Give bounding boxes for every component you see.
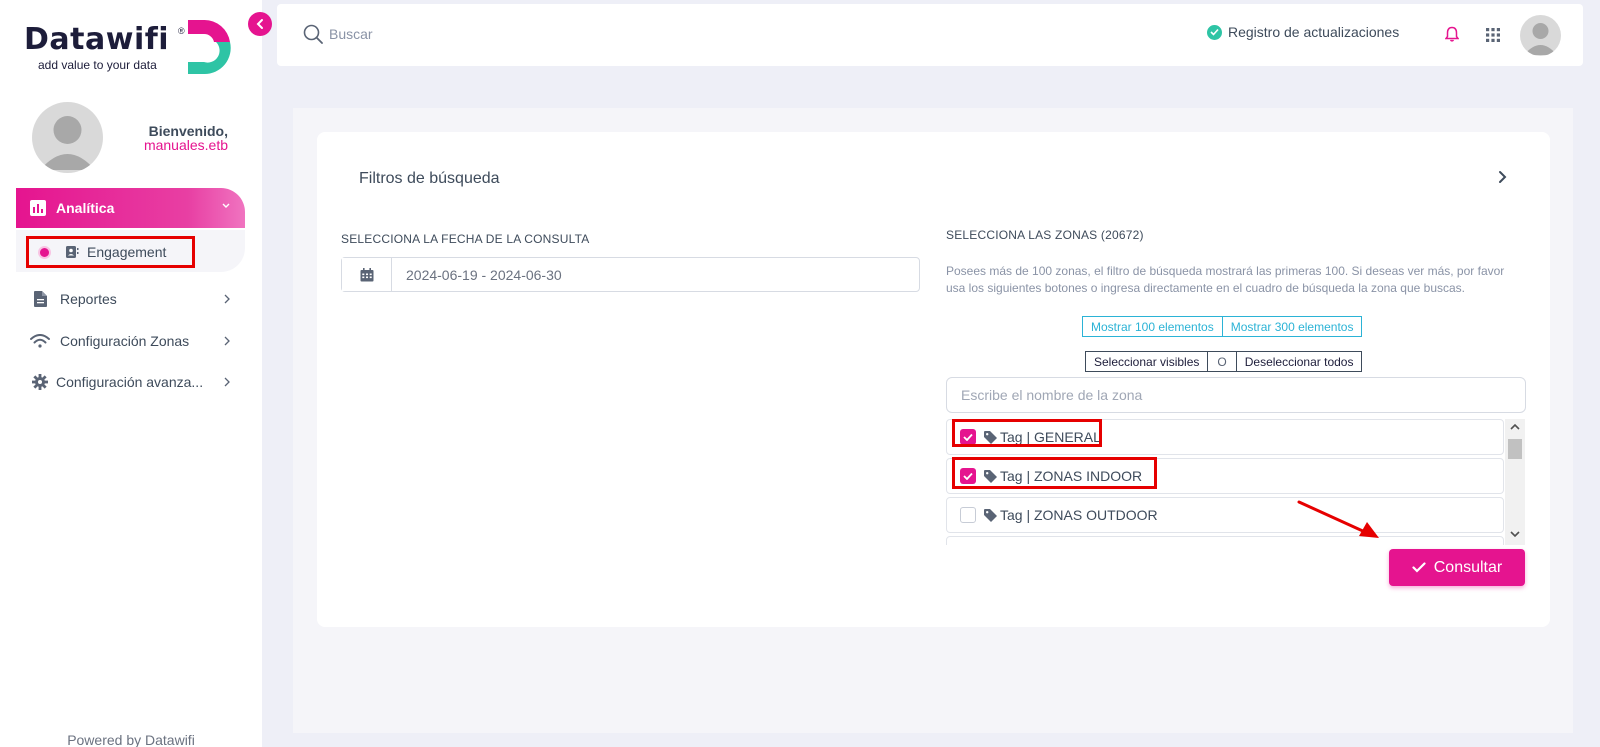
selection-group: Seleccionar visibles O Deseleccionar tod…: [1085, 351, 1363, 372]
registro-actualizaciones-link[interactable]: Registro de actualizaciones: [1207, 24, 1399, 40]
logo-registered-mark: ®: [178, 26, 185, 36]
zone-list-scrollbar[interactable]: [1505, 419, 1525, 545]
sidebar-item-analitica[interactable]: Analítica: [16, 188, 245, 228]
zone-item-outdoor[interactable]: Tag | ZONAS OUTDOOR: [946, 497, 1504, 533]
sidebar: Datawifi ® add value to your data Bienve…: [0, 0, 262, 747]
sidebar-item-label: Engagement: [87, 244, 167, 260]
datawifi-logo[interactable]: Datawifi ® add value to your data: [24, 20, 240, 82]
sidebar-item-label: Analítica: [56, 200, 115, 216]
contact-card-icon: [66, 246, 79, 258]
chevron-right-icon[interactable]: [1497, 170, 1507, 184]
deselect-all-button[interactable]: Deseleccionar todos: [1236, 351, 1363, 372]
search-icon: [303, 24, 323, 44]
header-avatar[interactable]: [1520, 15, 1561, 56]
sidebar-item-engagement[interactable]: Engagement: [26, 236, 195, 268]
user-silhouette-icon: [40, 116, 95, 170]
scroll-up-icon[interactable]: [1509, 422, 1521, 432]
sidebar-item-label: Configuración avanza...: [56, 374, 204, 390]
chevron-right-icon: [224, 294, 230, 304]
consultar-label: Consultar: [1433, 558, 1503, 576]
chevron-down-icon: [222, 203, 230, 208]
active-dot-icon: [40, 247, 49, 257]
welcome-text: Bienvenido,: [148, 123, 228, 139]
show-elements-group: Mostrar 100 elementos Mostrar 300 elemen…: [1082, 316, 1363, 337]
scrollbar-thumb[interactable]: [1508, 439, 1522, 459]
consultar-button[interactable]: Consultar: [1389, 549, 1525, 586]
search-filters-card: Filtros de búsqueda SELECCIONA LA FECHA …: [317, 132, 1550, 627]
calendar-icon: [342, 258, 392, 291]
username-text: manuales.etb: [143, 137, 228, 153]
show-300-button[interactable]: Mostrar 300 elementos: [1222, 316, 1363, 337]
zone-item-partial[interactable]: [946, 536, 1504, 545]
user-silhouette-icon: [1524, 23, 1557, 55]
logo-mark-icon: [188, 20, 231, 75]
chevron-right-icon: [224, 377, 230, 387]
user-avatar[interactable]: [32, 102, 103, 173]
chevron-left-icon: [256, 19, 263, 29]
select-visible-button[interactable]: Seleccionar visibles: [1085, 351, 1209, 372]
wifi-icon: [30, 334, 50, 348]
zones-info-text: Posees más de 100 zonas, el filtro de bú…: [946, 264, 1505, 295]
apps-grid-icon[interactable]: [1486, 28, 1500, 42]
zone-search-input[interactable]: [946, 377, 1526, 413]
annotation-arrow-icon: [1297, 500, 1379, 538]
show-100-button[interactable]: Mostrar 100 elementos: [1082, 316, 1223, 337]
top-bar: Registro de actualizaciones: [277, 4, 1583, 66]
registro-label: Registro de actualizaciones: [1228, 24, 1400, 40]
checkbox-unchecked[interactable]: [960, 507, 976, 523]
bell-icon[interactable]: [1445, 26, 1459, 42]
scroll-down-icon[interactable]: [1509, 529, 1521, 539]
sidebar-item-label: Reportes: [60, 291, 117, 307]
check-circle-icon: [1207, 24, 1222, 40]
date-range-field[interactable]: 2024-06-19 - 2024-06-30: [341, 257, 920, 292]
zone-item-label: Tag | ZONAS OUTDOOR: [1000, 507, 1158, 523]
sidebar-item-configuracion-avanzada[interactable]: Configuración avanza...: [30, 370, 235, 394]
gear-icon: [32, 374, 48, 390]
tag-icon: [984, 508, 997, 522]
check-icon: [1412, 562, 1426, 573]
logo-tagline: add value to your data: [38, 58, 157, 72]
highlight-box: [952, 457, 1157, 489]
document-icon: [33, 291, 47, 307]
chevron-right-icon: [224, 336, 230, 346]
or-separator: O: [1208, 351, 1237, 372]
card-title: Filtros de búsqueda: [359, 170, 500, 187]
search-input[interactable]: [329, 22, 629, 46]
sidebar-item-reportes[interactable]: Reportes: [30, 287, 235, 311]
date-range-value: 2024-06-19 - 2024-06-30: [406, 266, 562, 283]
date-label: SELECCIONA LA FECHA DE LA CONSULTA: [341, 232, 590, 246]
sidebar-collapse-button[interactable]: [248, 12, 272, 36]
zones-label: SELECCIONA LAS ZONAS (20672): [946, 228, 1144, 242]
logo-wordmark: Datawifi: [24, 22, 170, 57]
highlight-box: [952, 419, 1102, 447]
sidebar-item-label: Configuración Zonas: [60, 333, 190, 349]
powered-by-footer: Powered by Datawifi: [67, 732, 195, 747]
sidebar-item-configuracion-zonas[interactable]: Configuración Zonas: [30, 329, 235, 353]
chart-icon: [30, 200, 46, 216]
welcome-block: Bienvenido, manuales.etb: [112, 124, 228, 152]
